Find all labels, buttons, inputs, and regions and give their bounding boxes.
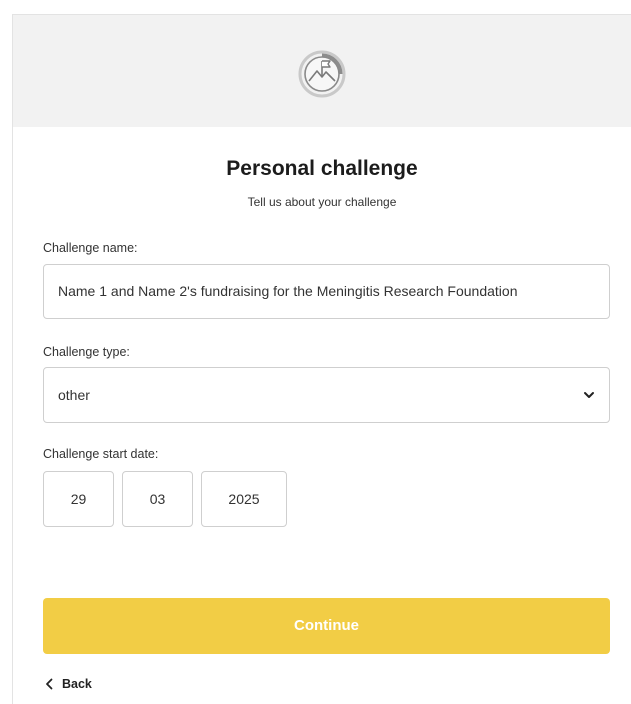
- continue-button[interactable]: Continue: [43, 598, 610, 654]
- challenge-name-label: Challenge name:: [43, 241, 138, 255]
- header-band: [13, 15, 631, 127]
- page-subtitle: Tell us about your challenge: [247, 195, 397, 209]
- challenge-type-select[interactable]: other: [43, 367, 610, 423]
- back-link[interactable]: Back: [45, 677, 92, 691]
- chevron-left-icon: [46, 678, 53, 690]
- start-date-month-input[interactable]: 03: [122, 471, 193, 527]
- start-date-label: Challenge start date:: [43, 447, 159, 461]
- chevron-down-icon: [584, 392, 594, 398]
- back-label: Back: [62, 677, 92, 691]
- challenge-type-label: Challenge type:: [43, 345, 130, 359]
- challenge-form-card: Personal challenge Tell us about your ch…: [12, 14, 631, 704]
- mountain-flag-icon: [298, 50, 346, 98]
- start-date-day-input[interactable]: 29: [43, 471, 114, 527]
- page-title: Personal challenge: [226, 157, 418, 180]
- start-date-year-input[interactable]: 2025: [201, 471, 287, 527]
- challenge-name-input[interactable]: Name 1 and Name 2's fundraising for the …: [43, 264, 610, 319]
- challenge-type-value: other: [58, 387, 90, 403]
